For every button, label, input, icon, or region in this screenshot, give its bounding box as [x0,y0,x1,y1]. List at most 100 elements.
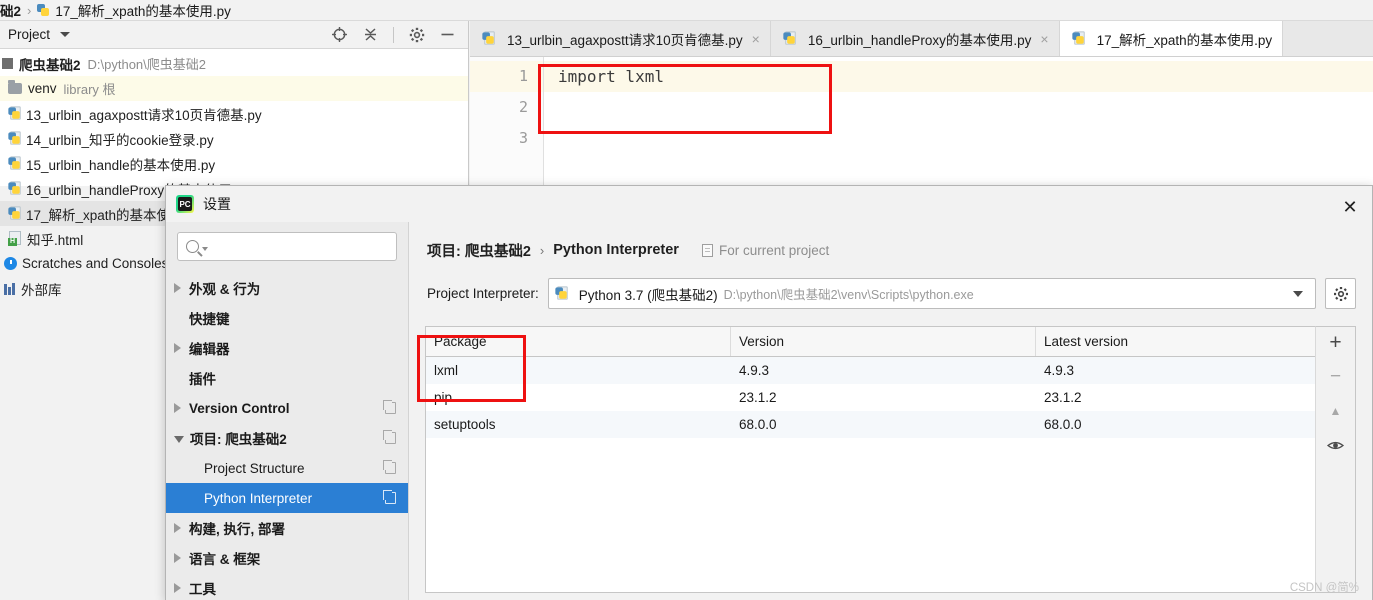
sidebar-item-label: Version Control [189,400,290,416]
column-header-latest-version[interactable]: Latest version [1036,327,1315,356]
close-icon[interactable]: × [1040,31,1048,47]
tree-item-path: D:\python\爬虫基础2 [87,57,207,72]
sidebar-item-label: 构建, 执行, 部署 [189,522,286,537]
module-icon [2,58,13,69]
search-input[interactable] [177,232,397,261]
editor-tab-label: 13_urlbin_agaxpostt请求10页肯德基.py [507,32,743,48]
sidebar-item-build-execution-deployment[interactable]: 构建, 执行, 部署 [166,513,408,543]
tree-item-project-root[interactable]: 爬虫基础2 D:\python\爬虫基础2 [0,51,468,76]
project-panel-title[interactable]: Project [8,27,50,42]
tree-item-file-13[interactable]: 13_urlbin_agaxpostt请求10页肯德基.py [0,101,468,126]
breadcrumb-project[interactable]: 础2 [0,0,21,20]
editor-gutter: 1 2 3 [470,57,544,186]
table-row[interactable]: lxml 4.9.3 4.9.3 [426,357,1315,384]
python-file-icon [8,131,21,145]
editor-tab-16[interactable]: 16_urlbin_handleProxy的基本使用.py × [770,21,1060,56]
sidebar-item-editor[interactable]: 编辑器 [166,333,408,363]
table-row[interactable]: setuptools 68.0.0 68.0.0 [426,411,1315,438]
tree-item-label: 外部库 [21,282,62,298]
package-name: pip [434,390,453,405]
settings-title: 设置 [203,196,231,212]
for-current-project-note: For current project [701,242,830,258]
sidebar-item-plugins[interactable]: 插件 [166,363,408,393]
chevron-right-icon[interactable] [174,403,181,413]
tree-item-venv[interactable]: venv library 根 [0,76,468,101]
package-version: 4.9.3 [739,363,770,378]
python-file-icon [783,31,796,45]
interpreter-select[interactable]: Python 3.7 (爬虫基础2) D:\python\爬虫基础2\venv\… [547,278,1316,309]
tree-item-file-14[interactable]: 14_urlbin_知乎的cookie登录.py [0,126,468,151]
settings-title-bar: 设置 [166,186,1372,222]
chevron-right-icon[interactable] [174,553,181,563]
chevron-right-icon[interactable] [174,583,181,593]
chevron-right-icon[interactable] [174,283,181,293]
show-early-releases-icon[interactable] [1325,435,1347,455]
packages-area: Package Version Latest version lxml 4.9.… [425,326,1356,593]
chevron-down-icon[interactable] [60,32,71,37]
close-icon[interactable]: ✕ [1336,194,1364,220]
tree-item-label: 14_urlbin_知乎的cookie登录.py [26,132,214,148]
for-current-project-label: For current project [718,242,830,258]
interpreter-name: Python 3.7 (爬虫基础2) [578,287,718,303]
editor-body: 1 2 3 import lxml [470,57,1373,186]
interpreter-settings-gear-button[interactable] [1325,278,1356,309]
python-file-icon [8,106,21,120]
sidebar-item-version-control[interactable]: Version Control [166,393,408,423]
sidebar-item-project[interactable]: 项目: 爬虫基础2 [166,423,408,453]
sidebar-item-languages-frameworks[interactable]: 语言 & 框架 [166,543,408,573]
copy-settings-icon[interactable] [383,430,396,444]
table-row[interactable]: pip 23.1.2 23.1.2 [426,384,1315,411]
external-libraries-icon [4,282,16,295]
package-latest-version: 68.0.0 [1044,417,1082,432]
remove-package-icon[interactable]: − [1325,366,1347,387]
python-file-icon [37,2,51,18]
close-icon[interactable]: × [752,31,760,47]
tree-item-label: 15_urlbin_handle的基本使用.py [26,157,216,173]
line-number: 1 [470,61,543,92]
code-line[interactable] [544,92,1373,123]
editor-tab-17[interactable]: 17_解析_xpath的基本使用.py [1059,21,1284,56]
settings-breadcrumb-separator: › [539,242,545,258]
copy-settings-icon[interactable] [383,400,396,414]
chevron-right-icon[interactable] [174,343,181,353]
settings-sidebar: 外观 & 行为 快捷键 编辑器 插件 Version Control 项目: 爬… [166,222,409,600]
column-header-package[interactable]: Package [426,327,731,356]
tree-item-sublabel: library 根 [63,82,116,97]
column-header-version[interactable]: Version [731,327,1036,356]
code-editor[interactable]: import lxml [544,57,1373,186]
tree-item-label: venv [28,81,57,96]
line-number: 3 [518,129,528,147]
tree-item-label: 爬虫基础2 [19,57,81,73]
settings-main-panel: 项目: 爬虫基础2 › Python Interpreter For curre… [409,222,1372,600]
locate-target-icon[interactable] [331,26,348,43]
sidebar-item-python-interpreter[interactable]: Python Interpreter [166,483,408,513]
editor-tab-bar: 13_urlbin_agaxpostt请求10页肯德基.py × 16_urlb… [470,21,1373,57]
upgrade-package-icon[interactable]: ▲ [1325,401,1347,421]
python-file-icon [8,156,21,170]
editor-tab-13[interactable]: 13_urlbin_agaxpostt请求10页肯德基.py × [470,21,771,56]
collapse-all-icon[interactable] [362,26,379,43]
tree-item-file-15[interactable]: 15_urlbin_handle的基本使用.py [0,151,468,176]
copy-settings-icon[interactable] [383,460,396,474]
package-latest-version: 4.9.3 [1044,363,1075,378]
sidebar-item-appearance[interactable]: 外观 & 行为 [166,273,408,303]
sidebar-item-label: Project Structure [204,460,305,476]
minimize-icon[interactable] [439,26,456,43]
chevron-right-icon[interactable] [174,523,181,533]
breadcrumb-file[interactable]: 17_解析_xpath的基本使用.py [55,0,231,20]
chevron-down-icon[interactable] [174,436,184,443]
sidebar-item-keymap[interactable]: 快捷键 [166,303,408,333]
code-line[interactable] [544,123,1373,154]
add-package-icon[interactable]: + [1325,331,1347,354]
sidebar-item-tools[interactable]: 工具 [166,573,408,600]
sidebar-item-label: 插件 [189,372,216,387]
copy-settings-icon[interactable] [383,490,396,504]
interpreter-label: Project Interpreter: [427,286,539,301]
code-line[interactable]: import lxml [544,61,1373,92]
chevron-down-icon[interactable] [1293,290,1303,297]
watermark: CSDN @简% [1289,582,1359,594]
settings-gear-icon[interactable] [408,26,425,43]
sidebar-item-project-structure[interactable]: Project Structure [166,453,408,483]
search-field[interactable] [208,238,388,255]
settings-breadcrumb-project: 项目: 爬虫基础2 [427,243,531,260]
